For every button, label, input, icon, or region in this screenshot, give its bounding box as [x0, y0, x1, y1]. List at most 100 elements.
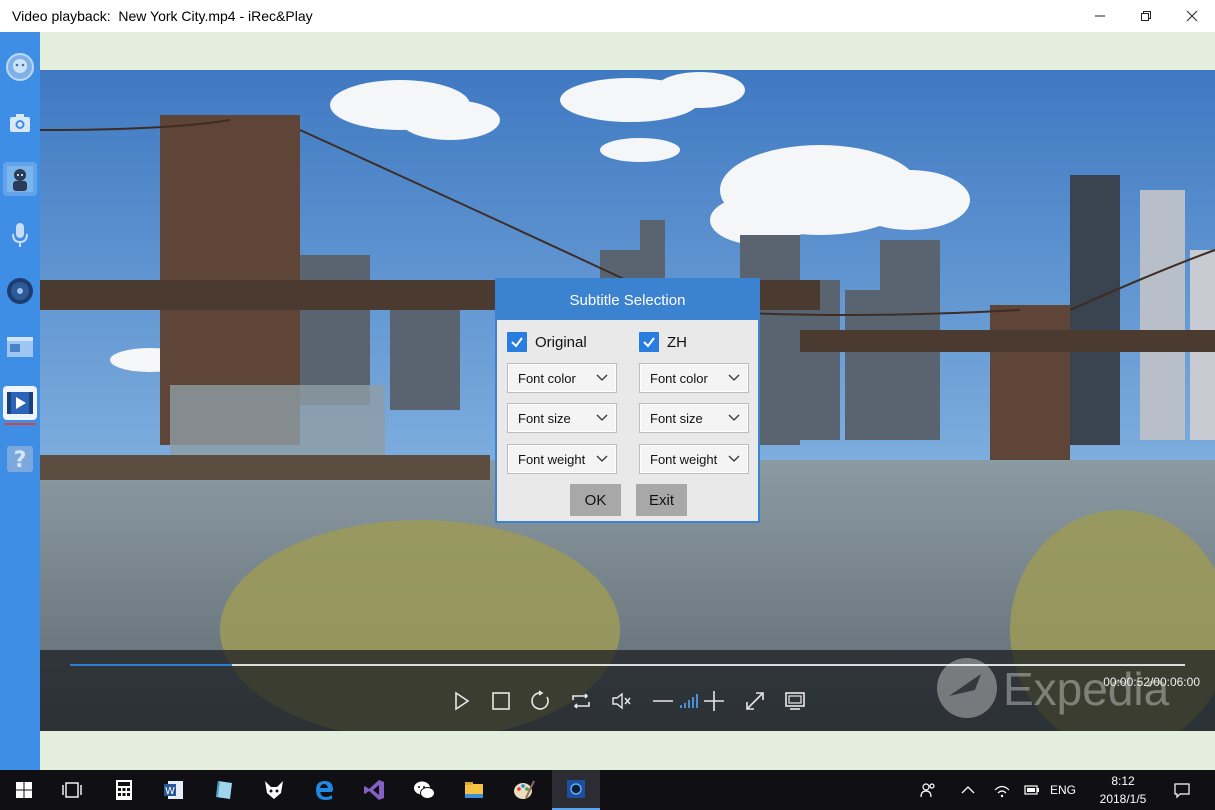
dropdown-label: Font color	[650, 370, 708, 386]
taskbar-visual-studio[interactable]	[350, 770, 398, 810]
volume-down-button[interactable]	[650, 688, 676, 714]
chevron-down-icon	[596, 414, 608, 421]
close-button[interactable]	[1169, 0, 1215, 32]
tray-notifications[interactable]	[1168, 770, 1196, 810]
dropdown-label: Font color	[518, 370, 576, 386]
zh-font-size-dropdown[interactable]: Font size	[639, 403, 749, 433]
zh-checkbox-row[interactable]: ZH	[639, 332, 687, 352]
fullscreen-button[interactable]	[742, 688, 768, 714]
loop-icon	[572, 693, 590, 709]
video-play-icon	[7, 392, 33, 414]
wifi-icon	[994, 785, 1010, 798]
loop-button[interactable]	[568, 688, 594, 714]
progress-fill	[70, 664, 232, 666]
replay-button[interactable]	[528, 688, 554, 714]
calculator-icon	[116, 780, 132, 800]
zh-checkbox[interactable]	[639, 332, 659, 352]
watermark-text: Expedia	[1003, 663, 1170, 715]
minimize-button[interactable]	[1077, 0, 1123, 32]
people-icon	[920, 783, 935, 798]
sidebar-item-record-avatar[interactable]	[3, 162, 37, 196]
tray-language[interactable]: ENG	[1050, 770, 1076, 810]
original-checkbox-row[interactable]: Original	[507, 332, 587, 352]
task-view-button[interactable]	[48, 770, 96, 810]
volume-up-icon	[704, 691, 724, 711]
taskbar-fox-app[interactable]	[250, 770, 298, 810]
volume-level[interactable]	[676, 688, 702, 714]
stop-button[interactable]	[488, 688, 514, 714]
sidebar-item-video-playback[interactable]	[3, 386, 37, 420]
taskbar-notes[interactable]	[200, 770, 248, 810]
chevron-down-icon	[728, 414, 740, 421]
original-checkbox[interactable]	[507, 332, 527, 352]
zh-label: ZH	[667, 333, 687, 351]
wechat-icon	[414, 781, 435, 799]
sidebar-active-marker	[4, 423, 36, 425]
close-icon	[1186, 10, 1198, 22]
sidebar-item-screen-record[interactable]	[3, 330, 37, 364]
play-button[interactable]	[448, 688, 474, 714]
volume-up-button[interactable]	[701, 688, 727, 714]
dropdown-label: Font weight	[518, 451, 586, 467]
taskbar-irecplay[interactable]	[552, 770, 600, 810]
taskbar-calculator[interactable]	[100, 770, 148, 810]
original-font-size-dropdown[interactable]: Font size	[507, 403, 617, 433]
minimize-icon	[1095, 15, 1105, 17]
tray-clock[interactable]: 8:12 2018/1/5	[1090, 772, 1156, 808]
chevron-down-icon	[596, 374, 608, 381]
taskbar-file-explorer[interactable]	[450, 770, 498, 810]
windows-start-icon	[16, 782, 32, 798]
battery-icon	[1024, 785, 1039, 795]
window-title: Video playback: New York City.mp4 - iRec…	[12, 8, 313, 24]
sidebar-item-audio[interactable]	[3, 218, 37, 252]
sidebar-item-screenshot[interactable]	[3, 106, 37, 140]
paint-icon	[514, 780, 535, 799]
chevron-up-icon	[961, 786, 975, 794]
checkmark-icon	[511, 337, 523, 348]
volume-level-icon	[680, 694, 698, 708]
sidebar-item-home[interactable]	[3, 50, 37, 84]
help-icon: ?	[7, 446, 33, 473]
sidebar-item-disc[interactable]	[3, 274, 37, 308]
restore-button[interactable]	[1123, 0, 1169, 32]
tray-people[interactable]	[915, 770, 941, 810]
tray-network[interactable]	[990, 770, 1014, 810]
screen-mode-button[interactable]	[782, 688, 808, 714]
zh-font-color-dropdown[interactable]: Font color	[639, 363, 749, 393]
tray-battery[interactable]	[1020, 770, 1044, 810]
title-bar: Video playback: New York City.mp4 - iRec…	[0, 0, 1215, 32]
time-readout: 00:00:52/00:06:00	[1103, 675, 1200, 689]
taskbar-edge[interactable]	[300, 770, 348, 810]
taskbar-word[interactable]: W	[150, 770, 198, 810]
clock-time: 8:12	[1111, 774, 1135, 788]
ok-button[interactable]: OK	[570, 484, 621, 516]
mute-button[interactable]	[608, 688, 634, 714]
clock-date: 2018/1/5	[1099, 792, 1147, 806]
task-view-icon	[62, 782, 82, 798]
sidebar-item-help[interactable]: ?	[3, 442, 37, 476]
taskbar-wechat[interactable]	[400, 770, 448, 810]
start-button[interactable]	[0, 770, 48, 810]
restore-icon	[1141, 11, 1151, 21]
exit-button[interactable]: Exit	[636, 484, 687, 516]
notification-icon	[1174, 783, 1190, 799]
tray-show-hidden[interactable]	[956, 770, 980, 810]
edge-icon	[316, 781, 333, 800]
watermark-globe-icon	[937, 658, 997, 718]
mute-icon	[612, 692, 631, 710]
zh-font-weight-dropdown[interactable]: Font weight	[639, 444, 749, 474]
chevron-down-icon	[728, 455, 740, 462]
taskbar-paint[interactable]	[500, 770, 548, 810]
screen-capture-icon	[7, 337, 33, 357]
notes-icon	[216, 781, 232, 799]
svg-text:?: ?	[14, 448, 27, 473]
irecplay-icon	[567, 780, 585, 798]
screen-mode-icon	[785, 692, 805, 710]
disc-icon	[7, 278, 33, 304]
original-font-weight-dropdown[interactable]: Font weight	[507, 444, 617, 474]
fox-app-icon	[265, 781, 283, 799]
dropdown-label: Font size	[518, 410, 571, 426]
file-explorer-icon	[465, 782, 483, 798]
original-font-color-dropdown[interactable]: Font color	[507, 363, 617, 393]
avatar-icon	[7, 166, 33, 192]
